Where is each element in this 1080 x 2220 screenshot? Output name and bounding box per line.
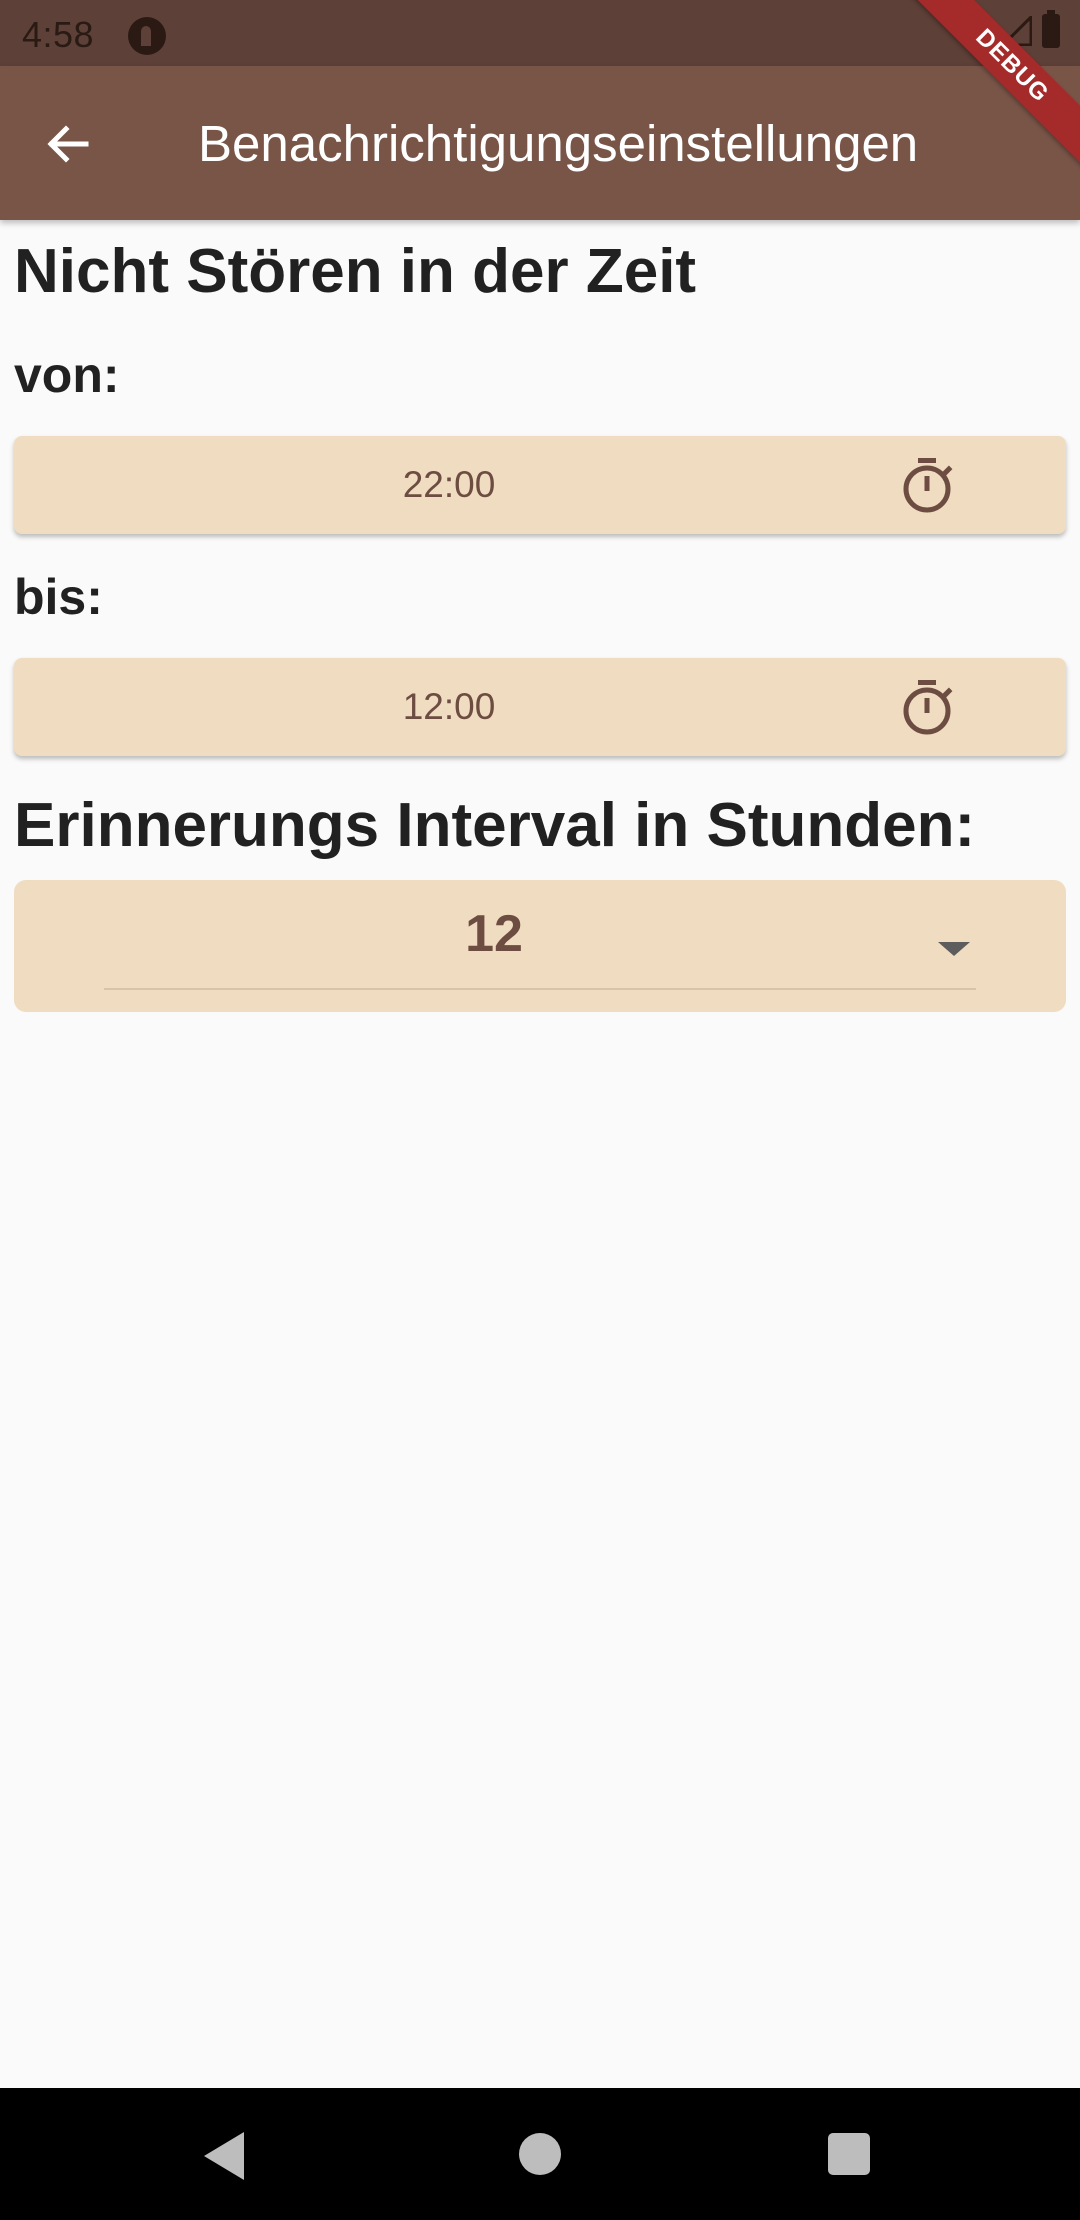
nav-home-icon[interactable] xyxy=(519,2133,561,2175)
timer-icon xyxy=(903,680,953,735)
status-bar: 4:58 xyxy=(0,0,1080,66)
system-nav-bar xyxy=(0,2088,1080,2220)
interval-section-title: Erinnerungs Interval in Stunden: xyxy=(14,791,976,860)
from-time-button[interactable]: 22:00 xyxy=(14,436,1066,534)
from-time-value: 22:00 xyxy=(402,464,496,505)
app-bar: Benachrichtigungseinstellungen xyxy=(0,66,1080,220)
nav-recents-icon[interactable] xyxy=(828,2133,870,2175)
nav-back-icon[interactable] xyxy=(204,2132,244,2180)
interval-selected-value: 12 xyxy=(465,905,523,963)
dnd-section-title: Nicht Stören in der Zeit xyxy=(14,237,697,306)
to-time-value: 12:00 xyxy=(402,686,496,727)
status-time: 4:58 xyxy=(22,14,95,55)
notification-app-icon xyxy=(128,17,166,55)
to-time-button[interactable]: 12:00 xyxy=(14,658,1066,756)
page-title: Benachrichtigungseinstellungen xyxy=(198,115,919,172)
battery-icon xyxy=(1042,10,1060,48)
interval-card: 12 xyxy=(14,880,1066,1012)
back-arrow-icon xyxy=(47,125,89,163)
timer-icon xyxy=(903,458,953,513)
to-label: bis: xyxy=(14,569,103,625)
back-button[interactable] xyxy=(38,114,98,174)
from-label: von: xyxy=(14,347,120,403)
dropdown-arrow-icon xyxy=(938,942,970,956)
interval-dropdown[interactable]: 12 xyxy=(104,880,976,990)
